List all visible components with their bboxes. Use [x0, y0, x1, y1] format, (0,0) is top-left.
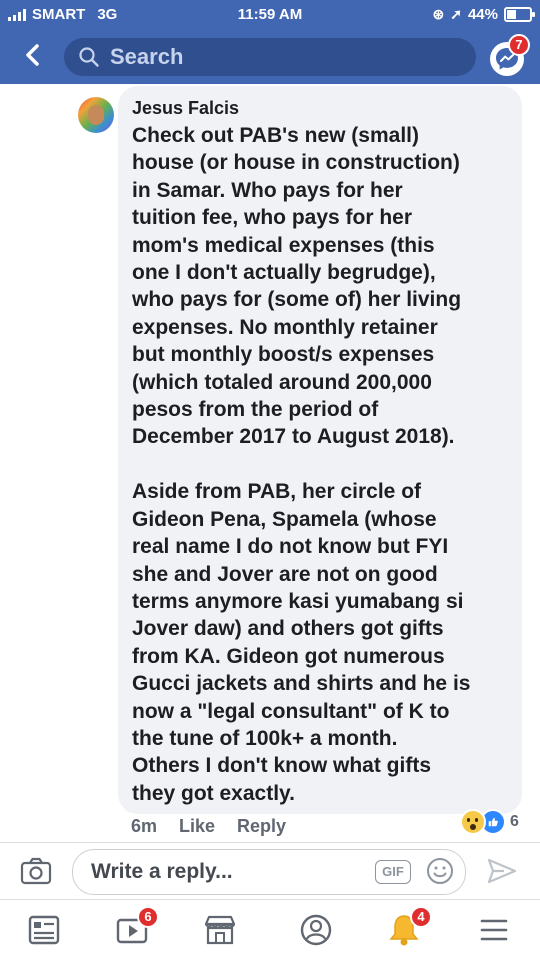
reply-input[interactable]: Write a reply... GIF: [72, 849, 466, 895]
marketplace-icon[interactable]: [200, 912, 240, 948]
emoji-icon[interactable]: [425, 856, 455, 886]
messenger-button[interactable]: 7: [490, 34, 530, 76]
gif-button[interactable]: GIF: [375, 860, 411, 884]
menu-icon[interactable]: [474, 912, 514, 948]
reply-placeholder: Write a reply...: [91, 860, 233, 883]
camera-icon[interactable]: [20, 857, 52, 885]
watch-badge: 6: [137, 906, 159, 928]
comment-text: Check out PAB's new (small) house (or ho…: [132, 124, 471, 805]
avatar[interactable]: [78, 97, 114, 133]
search-bar[interactable]: Search: [64, 38, 476, 76]
news-feed-icon[interactable]: [24, 912, 64, 948]
comment-author[interactable]: Jesus Falcis: [132, 98, 239, 119]
reply-button[interactable]: Reply: [237, 816, 286, 837]
search-icon: [79, 47, 99, 67]
bottom-tab-bar: 6 4: [0, 899, 540, 961]
reaction-count: 6: [510, 813, 519, 830]
comment-time: 6m: [131, 816, 158, 836]
send-icon[interactable]: [486, 857, 518, 885]
lock-rotation-icon: ⊛: [432, 6, 445, 22]
battery-icon: [504, 7, 535, 22]
messenger-badge: 7: [508, 34, 530, 56]
like-button[interactable]: Like: [179, 816, 215, 837]
comment-bubble: Jesus Falcis Check out PAB's new (small)…: [118, 86, 522, 814]
reactions-summary[interactable]: 6: [460, 809, 519, 835]
wow-reaction-icon: [460, 809, 486, 835]
search-placeholder: Search: [110, 44, 184, 69]
top-bar: Search 7: [0, 30, 540, 84]
reply-bar: Write a reply... GIF: [0, 843, 540, 899]
location-icon: ➚: [450, 6, 462, 22]
comment-actions: 6m Like Reply: [131, 816, 286, 837]
notifications-badge: 4: [410, 906, 432, 928]
battery-percent: 44%: [467, 6, 498, 23]
tab-watch[interactable]: 6: [112, 906, 159, 948]
back-arrow-icon[interactable]: [18, 40, 48, 70]
tab-notifications[interactable]: 4: [384, 906, 432, 948]
profile-icon[interactable]: [296, 912, 336, 948]
status-bar: SMART 3G 11:59 AM ⊛ ➚ 44%: [0, 0, 540, 30]
